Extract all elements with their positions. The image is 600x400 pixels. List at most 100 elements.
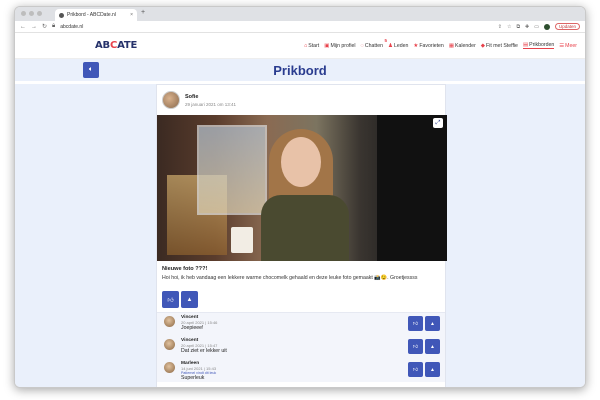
nav-item-chatten[interactable]: ◌ Chatten 5 bbox=[360, 38, 388, 49]
post-header: Sofie 29 januari 2021 om 13:41 bbox=[157, 85, 445, 115]
forward-arrow-icon[interactable]: → bbox=[31, 24, 37, 30]
browser-tab-bar: Prikbord - ABCDate.nl × + bbox=[15, 7, 585, 21]
members-icon: ♟ bbox=[388, 42, 393, 49]
close-tab-icon[interactable]: × bbox=[130, 12, 133, 18]
new-tab-button[interactable]: + bbox=[141, 9, 145, 16]
nav-label: Start bbox=[308, 42, 320, 49]
bookmark-star-icon[interactable]: ☆ bbox=[507, 24, 511, 30]
main-navigation: ⌂ Start ▣ Mijn profiel ◌ Chatten 5 ♟ Leden ★ F… bbox=[304, 38, 577, 49]
share-icon[interactable]: ⇪ bbox=[498, 24, 502, 30]
sidebar-icon[interactable]: ▭ bbox=[534, 24, 539, 30]
nav-label: Favorieten bbox=[419, 42, 444, 49]
address-bar: ← → ↻ 🔒︎ abcdate.nl ⇪ ☆ ⧉ ✚ ▭ Updaten bbox=[15, 21, 585, 33]
nav-label: Prikborden bbox=[529, 42, 555, 48]
nav-item-fit-met-steffie[interactable]: ◆ Fit met Steffie bbox=[481, 43, 518, 49]
board-icon: ▤ bbox=[522, 42, 529, 48]
nav-label: Fit met Steffie bbox=[486, 42, 518, 49]
post-card: Sofie 29 januari 2021 om 13:41 ⤢ Nieuwe … bbox=[156, 84, 447, 387]
chat-icon: ◌ bbox=[360, 42, 364, 49]
nav-item-favorieten[interactable]: ★ Favorieten bbox=[413, 43, 443, 49]
thumbs-up-icon: 👍︎ bbox=[412, 320, 419, 327]
profile-icon: ▣ bbox=[324, 42, 330, 49]
post-date: 29 januari 2021 om 13:41 bbox=[185, 101, 237, 107]
nav-label: Chatten bbox=[364, 42, 383, 49]
triangle-up-icon: ▲ bbox=[430, 343, 435, 350]
post-author[interactable]: Sofie bbox=[185, 94, 236, 100]
post-meta: Sofie 29 januari 2021 om 13:41 bbox=[185, 94, 236, 107]
extension-icon[interactable]: ⧉ bbox=[516, 24, 520, 30]
nav-item-kalender[interactable]: ▦ Kalender bbox=[449, 43, 476, 49]
nav-label: Leden bbox=[393, 42, 409, 49]
comment-upvote-button[interactable]: ▲ bbox=[425, 362, 440, 377]
profile-avatar[interactable] bbox=[543, 23, 550, 30]
comment-text: Dat ziet er lekker uit bbox=[181, 348, 227, 354]
post-vote-row: 👍︎ ▲ bbox=[157, 281, 445, 308]
photo-face bbox=[281, 137, 321, 187]
page-content: Sofie 29 januari 2021 om 13:41 ⤢ Nieuwe … bbox=[15, 84, 585, 387]
comment-like-button[interactable]: 👍︎ bbox=[408, 339, 423, 354]
thumbs-up-icon: 👍︎ bbox=[412, 343, 419, 350]
close-window-icon[interactable] bbox=[21, 11, 26, 16]
chat-count-badge: 5 bbox=[384, 37, 388, 43]
triangle-up-icon: ▲ bbox=[430, 366, 435, 373]
window-controls[interactable] bbox=[21, 11, 42, 16]
page-title: Prikbord bbox=[273, 62, 327, 78]
post-body: Nieuwe foto ???! Hoi hoi, ik heb vandaag… bbox=[157, 261, 445, 281]
author-avatar[interactable] bbox=[162, 91, 180, 109]
puzzle-icon[interactable]: ✚ bbox=[525, 24, 529, 30]
home-icon: ⌂ bbox=[303, 42, 308, 49]
speaker-icon: 🔈︎ bbox=[88, 66, 94, 73]
sound-toggle-button[interactable]: 🔈︎ bbox=[83, 62, 99, 78]
more-icon: ☰ bbox=[559, 42, 565, 49]
update-button[interactable]: Updaten bbox=[554, 23, 580, 30]
browser-actions: ⇪ ☆ ⧉ ✚ ▭ Updaten bbox=[498, 23, 580, 30]
nav-item-mijn-profiel[interactable]: ▣ Mijn profiel bbox=[324, 43, 355, 49]
comment-item: Vincent 20 april 2021 | 15:46 Joepieee! … bbox=[157, 313, 445, 336]
comment-text: Superleuk bbox=[181, 375, 205, 381]
comment-text: Joepieee! bbox=[181, 325, 204, 331]
nav-item-leden[interactable]: ♟ Leden bbox=[388, 43, 408, 49]
star-icon: ★ bbox=[413, 42, 419, 49]
back-arrow-icon[interactable]: ← bbox=[20, 24, 26, 30]
screenshot-stage: Prikbord - ABCDate.nl × + ← → ↻ 🔒︎ abcda… bbox=[0, 0, 600, 400]
maximize-window-icon[interactable] bbox=[37, 11, 42, 16]
nav-label: Meer bbox=[565, 42, 577, 49]
nav-item-prikborden[interactable]: ▤ Prikborden bbox=[522, 42, 555, 49]
upvote-button[interactable]: ▲ bbox=[181, 291, 198, 308]
comment-item: Vincent 20 april 2021 | 15:47 Dat ziet e… bbox=[157, 336, 445, 359]
nav-item-meer[interactable]: ☰ Meer bbox=[559, 43, 577, 49]
nav-item-start[interactable]: ⌂ Start bbox=[304, 43, 319, 49]
post-title: Nieuwe foto ???! bbox=[162, 266, 208, 272]
triangle-up-icon: ▲ bbox=[186, 296, 193, 303]
thumbs-up-icon: 👍︎ bbox=[412, 366, 419, 373]
calendar-icon: ▦ bbox=[448, 42, 455, 49]
site-logo[interactable]: ABCATE bbox=[95, 40, 137, 51]
comment-like-button[interactable]: 👍︎ bbox=[408, 316, 423, 331]
url-field[interactable]: abcdate.nl bbox=[60, 24, 493, 30]
minimize-window-icon[interactable] bbox=[29, 11, 34, 16]
photo-door bbox=[377, 115, 447, 261]
comment-upvote-button[interactable]: ▲ bbox=[425, 339, 440, 354]
fitness-icon: ◆ bbox=[480, 42, 486, 49]
expand-icon[interactable]: ⤢ bbox=[433, 118, 443, 128]
post-photo[interactable]: ⤢ bbox=[157, 115, 447, 261]
commenter-avatar[interactable] bbox=[164, 339, 175, 350]
comment-upvote-button[interactable]: ▲ bbox=[425, 316, 440, 331]
commenter-avatar[interactable] bbox=[164, 316, 175, 327]
triangle-up-icon: ▲ bbox=[430, 320, 435, 327]
browser-tab[interactable]: Prikbord - ABCDate.nl × bbox=[55, 9, 137, 21]
photo-window bbox=[197, 125, 267, 215]
like-button[interactable]: 👍︎ bbox=[162, 291, 179, 308]
nav-label: Kalender bbox=[455, 42, 476, 49]
comment-like-button[interactable]: 👍︎ bbox=[408, 362, 423, 377]
tab-title: Prikbord - ABCDate.nl bbox=[67, 12, 116, 18]
comment-list: Vincent 20 april 2021 | 15:46 Joepieee! … bbox=[157, 312, 445, 382]
favicon-icon bbox=[59, 12, 64, 18]
lock-icon[interactable]: 🔒︎ bbox=[52, 23, 55, 30]
browser-window: Prikbord - ABCDate.nl × + ← → ↻ 🔒︎ abcda… bbox=[14, 6, 586, 388]
commenter-avatar[interactable] bbox=[164, 362, 175, 373]
logo-text-start: AB bbox=[95, 40, 110, 51]
site-header: ABCATE ⌂ Start ▣ Mijn profiel ◌ Chatten 5 ♟ L… bbox=[15, 33, 585, 59]
reload-icon[interactable]: ↻ bbox=[42, 23, 47, 30]
comment-item: Marleen 14 juni 2021 | 15:43 Patiernel v… bbox=[157, 359, 445, 382]
